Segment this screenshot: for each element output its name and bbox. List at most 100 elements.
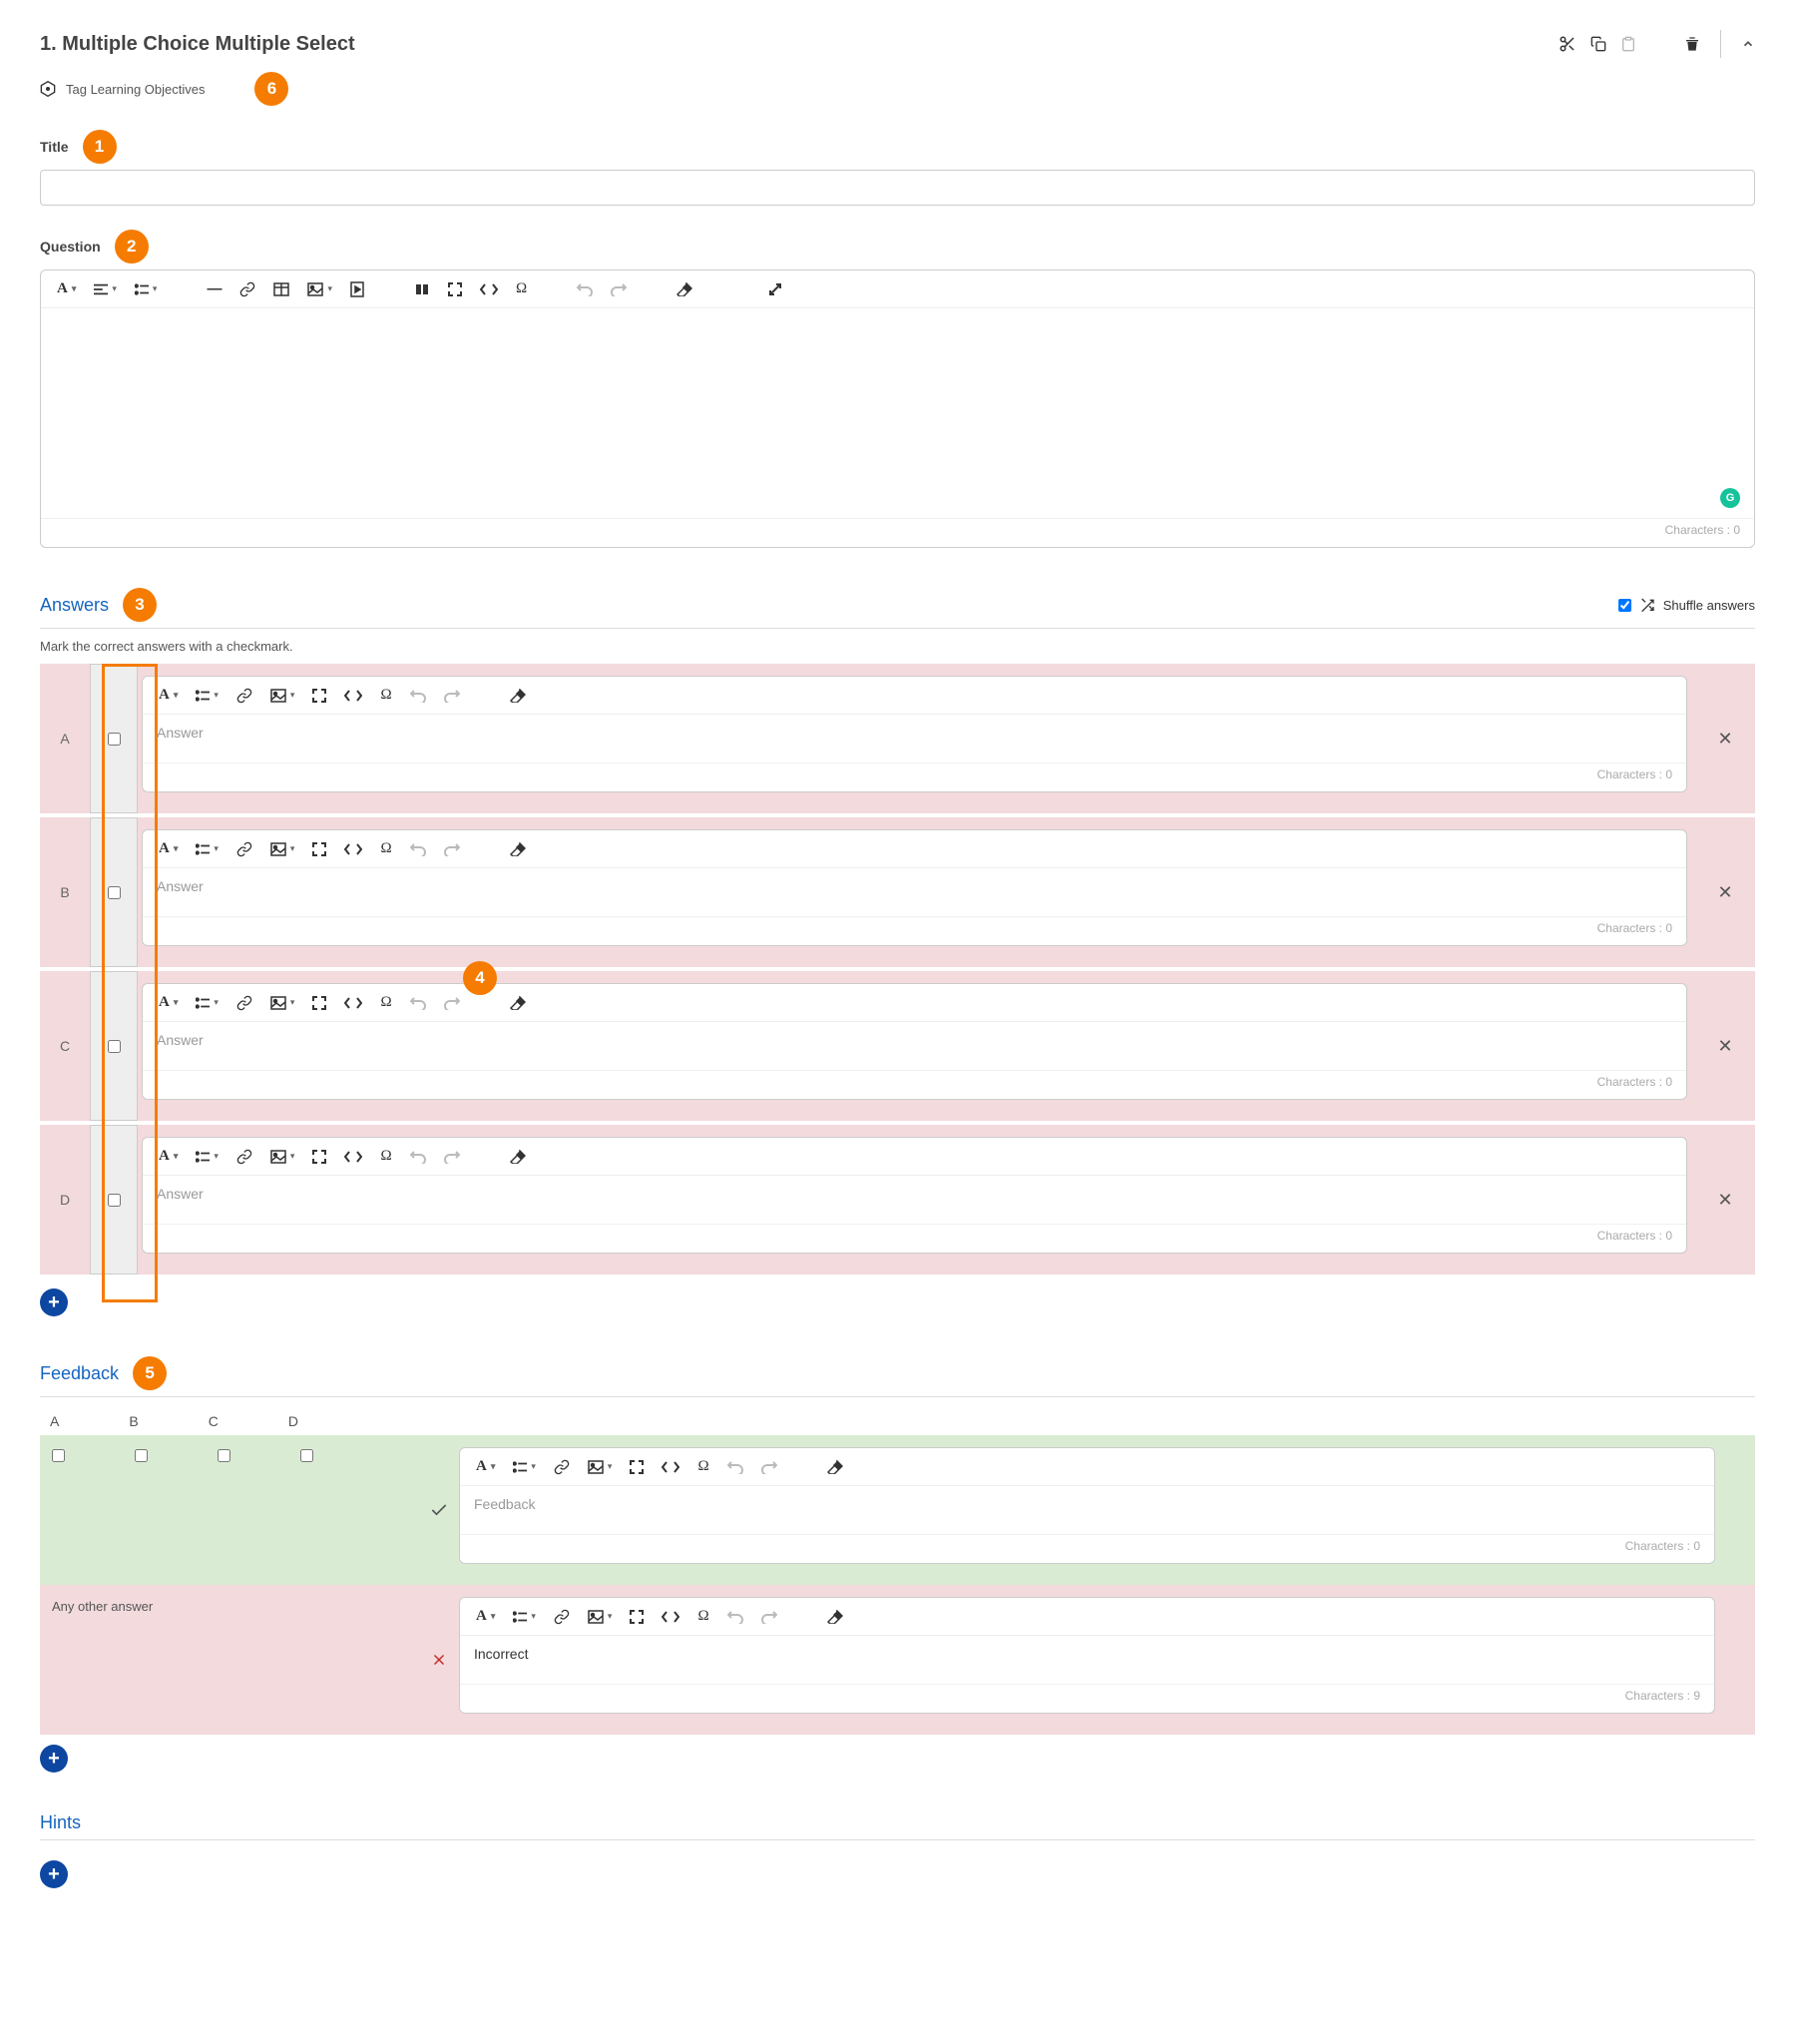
embed-button[interactable] (350, 281, 364, 297)
answer-textarea[interactable]: Answer (143, 868, 1686, 916)
title-input[interactable] (40, 170, 1755, 206)
fullscreen-button[interactable] (448, 282, 462, 296)
eraser-button[interactable] (510, 689, 526, 703)
undo-button[interactable] (727, 1610, 743, 1624)
omega-button[interactable]: Ω (697, 1608, 708, 1625)
list-button[interactable] (196, 1151, 219, 1163)
feedback-check-c[interactable] (218, 1449, 230, 1462)
align-button[interactable] (94, 283, 117, 295)
eraser-button[interactable] (510, 996, 526, 1010)
list-button[interactable] (196, 843, 219, 855)
code-button[interactable] (344, 1151, 362, 1163)
hr-button[interactable]: — (207, 280, 222, 297)
redo-button[interactable] (761, 1610, 777, 1624)
undo-button[interactable] (727, 1460, 743, 1474)
paste-icon[interactable] (1620, 36, 1636, 52)
undo-button[interactable] (577, 282, 593, 296)
redo-button[interactable] (761, 1460, 777, 1474)
link-button[interactable] (236, 841, 252, 857)
redo-button[interactable] (444, 996, 460, 1010)
font-button[interactable]: A (476, 1458, 495, 1475)
font-button[interactable]: A (159, 1148, 178, 1165)
font-button[interactable]: A (57, 280, 76, 297)
answer-correct-checkbox[interactable] (108, 733, 121, 746)
grammarly-icon[interactable]: G (1720, 488, 1740, 508)
font-button[interactable]: A (476, 1608, 495, 1625)
code-button[interactable] (344, 997, 362, 1009)
list-button[interactable] (513, 1611, 536, 1623)
omega-button[interactable]: Ω (516, 280, 527, 297)
answer-textarea[interactable]: Answer (143, 1022, 1686, 1070)
shuffle-checkbox[interactable] (1618, 599, 1631, 612)
redo-button[interactable] (444, 1150, 460, 1164)
image-button[interactable] (270, 996, 295, 1010)
answer-correct-checkbox[interactable] (108, 1040, 121, 1053)
omega-button[interactable]: Ω (380, 687, 391, 704)
image-button[interactable] (270, 842, 295, 856)
code-button[interactable] (662, 1461, 679, 1473)
redo-button[interactable] (444, 842, 460, 856)
feedback-check-d[interactable] (300, 1449, 313, 1462)
link-button[interactable] (236, 688, 252, 704)
add-hint-button[interactable]: + (40, 1860, 68, 1888)
image-button[interactable] (307, 282, 332, 296)
add-feedback-button[interactable]: + (40, 1745, 68, 1773)
eraser-button[interactable] (510, 1150, 526, 1164)
answer-remove-button[interactable]: ✕ (1695, 971, 1755, 1121)
list-button[interactable] (196, 997, 219, 1009)
undo-button[interactable] (410, 689, 426, 703)
undo-button[interactable] (410, 996, 426, 1010)
table-button[interactable] (273, 282, 289, 296)
font-button[interactable]: A (159, 687, 178, 704)
list-button[interactable] (513, 1461, 536, 1473)
answer-correct-checkbox[interactable] (108, 886, 121, 899)
tag-objectives-label[interactable]: Tag Learning Objectives (66, 82, 205, 97)
font-button[interactable]: A (159, 994, 178, 1011)
fullscreen-button[interactable] (630, 1460, 644, 1474)
feedback-incorrect-textarea[interactable]: Incorrect (460, 1636, 1714, 1684)
eraser-button[interactable] (510, 842, 526, 856)
copy-icon[interactable] (1590, 36, 1606, 52)
answer-remove-button[interactable]: ✕ (1695, 664, 1755, 813)
collapse-icon[interactable] (1741, 37, 1755, 51)
tag-icon[interactable] (40, 81, 56, 97)
font-button[interactable]: A (159, 840, 178, 857)
omega-button[interactable]: Ω (380, 840, 391, 857)
link-button[interactable] (239, 281, 255, 297)
list-button[interactable] (135, 283, 158, 295)
fullscreen-button[interactable] (312, 996, 326, 1010)
answer-textarea[interactable]: Answer (143, 715, 1686, 763)
undo-button[interactable] (410, 842, 426, 856)
cut-icon[interactable] (1559, 35, 1576, 53)
image-button[interactable] (588, 1610, 613, 1624)
code-button[interactable] (480, 283, 498, 295)
answer-remove-button[interactable]: ✕ (1695, 817, 1755, 967)
redo-button[interactable] (611, 282, 627, 296)
link-button[interactable] (236, 995, 252, 1011)
feedback-check-b[interactable] (135, 1449, 148, 1462)
undo-button[interactable] (410, 1150, 426, 1164)
list-button[interactable] (196, 690, 219, 702)
image-button[interactable] (270, 1150, 295, 1164)
eraser-button[interactable] (827, 1610, 843, 1624)
shuffle-answers[interactable]: Shuffle answers (1618, 598, 1755, 613)
image-button[interactable] (588, 1460, 613, 1474)
feedback-correct-textarea[interactable]: Feedback (460, 1486, 1714, 1534)
answer-remove-button[interactable]: ✕ (1695, 1125, 1755, 1275)
fullscreen-button[interactable] (630, 1610, 644, 1624)
link-button[interactable] (236, 1149, 252, 1165)
feedback-check-a[interactable] (52, 1449, 65, 1462)
link-button[interactable] (554, 1459, 570, 1475)
omega-button[interactable]: Ω (380, 994, 391, 1011)
code-button[interactable] (662, 1611, 679, 1623)
code-button[interactable] (344, 690, 362, 702)
fullscreen-button[interactable] (312, 689, 326, 703)
image-button[interactable] (270, 689, 295, 703)
fullscreen-button[interactable] (312, 842, 326, 856)
eraser-button[interactable] (676, 282, 692, 296)
link-button[interactable] (554, 1609, 570, 1625)
redo-button[interactable] (444, 689, 460, 703)
fullscreen-button[interactable] (312, 1150, 326, 1164)
dictionary-button[interactable] (414, 282, 430, 296)
omega-button[interactable]: Ω (697, 1458, 708, 1475)
